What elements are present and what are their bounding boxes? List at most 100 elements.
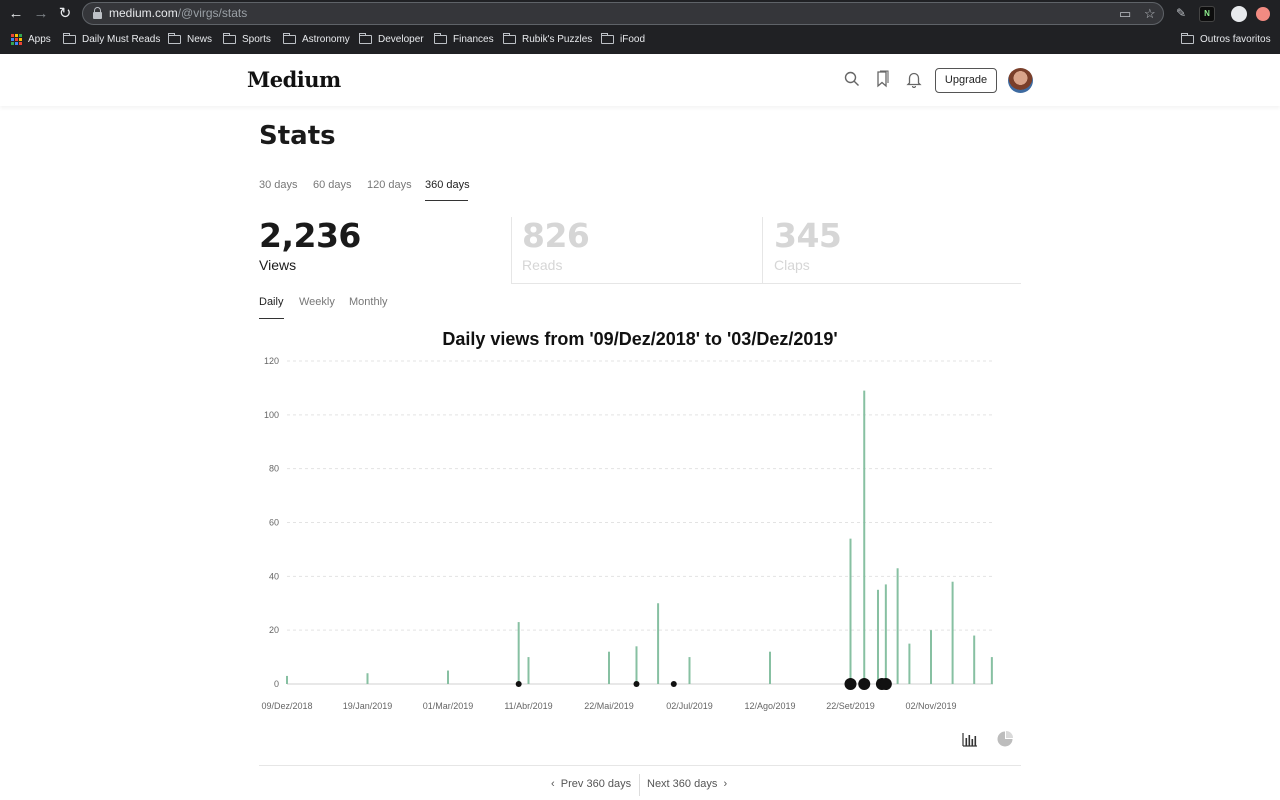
bar	[608, 651, 610, 684]
site-header: Medium Upgrade	[0, 54, 1280, 106]
address-bar[interactable]: medium.com/@virgs/stats ▭ ☆	[82, 2, 1164, 25]
publish-marker	[633, 681, 640, 687]
active-tab-underline	[425, 200, 468, 201]
folder-icon	[503, 32, 516, 44]
bar	[896, 568, 899, 684]
next-360-days-link[interactable]: Next 360 days ›	[647, 778, 727, 790]
prev-360-days-link[interactable]: ‹ Prev 360 days	[551, 778, 631, 790]
tab-60-days[interactable]: 60 days	[313, 179, 352, 191]
bar	[635, 646, 638, 684]
x-tick-label: 11/Abr/2019	[504, 701, 552, 711]
tab-daily[interactable]: Daily	[259, 296, 283, 308]
x-tick-label: 22/Set/2019	[826, 701, 875, 711]
pager-divider	[259, 765, 1021, 766]
bookmark-folder[interactable]: Astronomy	[283, 32, 350, 46]
bookmark-folder[interactable]: Developer	[359, 32, 424, 46]
y-tick-label: 120	[264, 356, 279, 366]
reads-metric[interactable]: 826 Reads	[522, 216, 590, 273]
bar	[908, 643, 911, 684]
bar	[863, 390, 866, 684]
bar	[849, 538, 852, 684]
reload-icon[interactable]: ↻	[55, 4, 75, 24]
x-tick-label: 22/Mai/2019	[584, 701, 634, 711]
address-row: ← → ↻ medium.com/@virgs/stats ▭ ☆ ✎ N	[0, 0, 1280, 28]
x-tick-label: 12/Ago/2019	[744, 701, 795, 711]
metric-value: 345	[774, 216, 842, 255]
bar	[447, 670, 449, 684]
page-title: Stats	[259, 121, 336, 151]
chart-title: Daily views from '09/Dez/2018' to '03/De…	[442, 329, 838, 349]
forward-arrow-icon[interactable]: →	[31, 4, 51, 24]
active-granularity-underline	[259, 318, 284, 319]
folder-icon	[434, 32, 447, 44]
metric-value: 2,236	[259, 216, 361, 255]
tab-120-days[interactable]: 120 days	[367, 179, 412, 191]
folder-icon	[359, 32, 372, 44]
url-text: medium.com/@virgs/stats	[109, 6, 248, 20]
y-tick-label: 100	[264, 410, 279, 420]
publish-marker	[670, 681, 677, 687]
bookmark-apps[interactable]: Apps	[11, 32, 51, 46]
upgrade-button[interactable]: Upgrade	[935, 68, 997, 93]
y-tick-label: 20	[269, 625, 279, 635]
avatar[interactable]	[1008, 68, 1033, 93]
tab-30-days[interactable]: 30 days	[259, 179, 298, 191]
bookmark-folder[interactable]: Finances	[434, 32, 494, 46]
bookmark-folder[interactable]: News	[168, 32, 212, 46]
views-metric[interactable]: 2,236 Views	[259, 216, 361, 273]
apps-grid-icon	[11, 33, 22, 45]
medium-logo[interactable]: Medium	[247, 67, 341, 92]
bar	[990, 657, 993, 684]
metric-label: Claps	[774, 257, 810, 273]
folder-icon	[1181, 32, 1194, 44]
x-tick-label: 01/Mar/2019	[423, 701, 474, 711]
bar	[657, 603, 660, 684]
metric-value: 826	[522, 216, 590, 255]
bookmark-folder[interactable]: iFood	[601, 32, 645, 46]
bar	[688, 657, 691, 684]
bell-icon[interactable]	[905, 70, 923, 88]
publish-marker	[879, 678, 892, 690]
bookmark-folder[interactable]: Sports	[223, 32, 271, 46]
bookmark-icon[interactable]	[874, 70, 892, 88]
bar	[973, 635, 976, 684]
y-tick-label: 40	[269, 571, 279, 581]
folder-icon	[168, 32, 181, 44]
tab-360-days[interactable]: 360 days	[425, 179, 470, 191]
x-tick-label: 09/Dez/2018	[261, 701, 312, 711]
pen-extension-icon[interactable]: ✎	[1176, 6, 1192, 22]
profile-icon[interactable]	[1231, 6, 1247, 22]
publish-marker	[844, 678, 857, 690]
bar	[527, 657, 530, 684]
tab-monthly[interactable]: Monthly	[349, 296, 388, 308]
folder-icon	[223, 32, 236, 44]
star-icon[interactable]: ☆	[1144, 6, 1156, 22]
tab-weekly[interactable]: Weekly	[299, 296, 335, 308]
search-icon[interactable]	[843, 70, 861, 88]
y-tick-label: 0	[274, 679, 279, 689]
bar	[286, 675, 288, 684]
bookmark-other-folder[interactable]: Outros favoritos	[1181, 32, 1271, 46]
bookmark-folder[interactable]: Rubik's Puzzles	[503, 32, 592, 46]
y-tick-label: 60	[269, 518, 279, 528]
publish-marker	[858, 678, 871, 690]
pager-separator	[639, 774, 640, 796]
bookmarks-bar: Apps Daily Must Reads News Sports Astron…	[0, 28, 1280, 50]
folder-icon	[601, 32, 614, 44]
bar	[517, 622, 520, 684]
publish-marker	[515, 681, 522, 687]
claps-metric[interactable]: 345 Claps	[774, 216, 842, 273]
bookmark-folder[interactable]: Daily Must Reads	[63, 32, 160, 46]
extension-icon[interactable]: N	[1199, 6, 1215, 22]
back-arrow-icon[interactable]: ←	[6, 4, 26, 24]
bar	[884, 584, 887, 684]
daily-views-chart: 0 20 40 60 80 100 120 09/Dez/2018 19/Jan/2019 01/…	[261, 356, 993, 711]
menu-badge-icon[interactable]	[1256, 7, 1270, 21]
browser-chrome: ← → ↻ medium.com/@virgs/stats ▭ ☆ ✎ N Ap…	[0, 0, 1280, 54]
bar	[930, 630, 932, 684]
bar	[951, 581, 954, 684]
cast-icon[interactable]: ▭	[1119, 6, 1131, 22]
pie-chart-icon[interactable]	[996, 730, 1014, 748]
bar-chart-icon[interactable]	[961, 730, 979, 748]
folder-icon	[63, 32, 76, 44]
